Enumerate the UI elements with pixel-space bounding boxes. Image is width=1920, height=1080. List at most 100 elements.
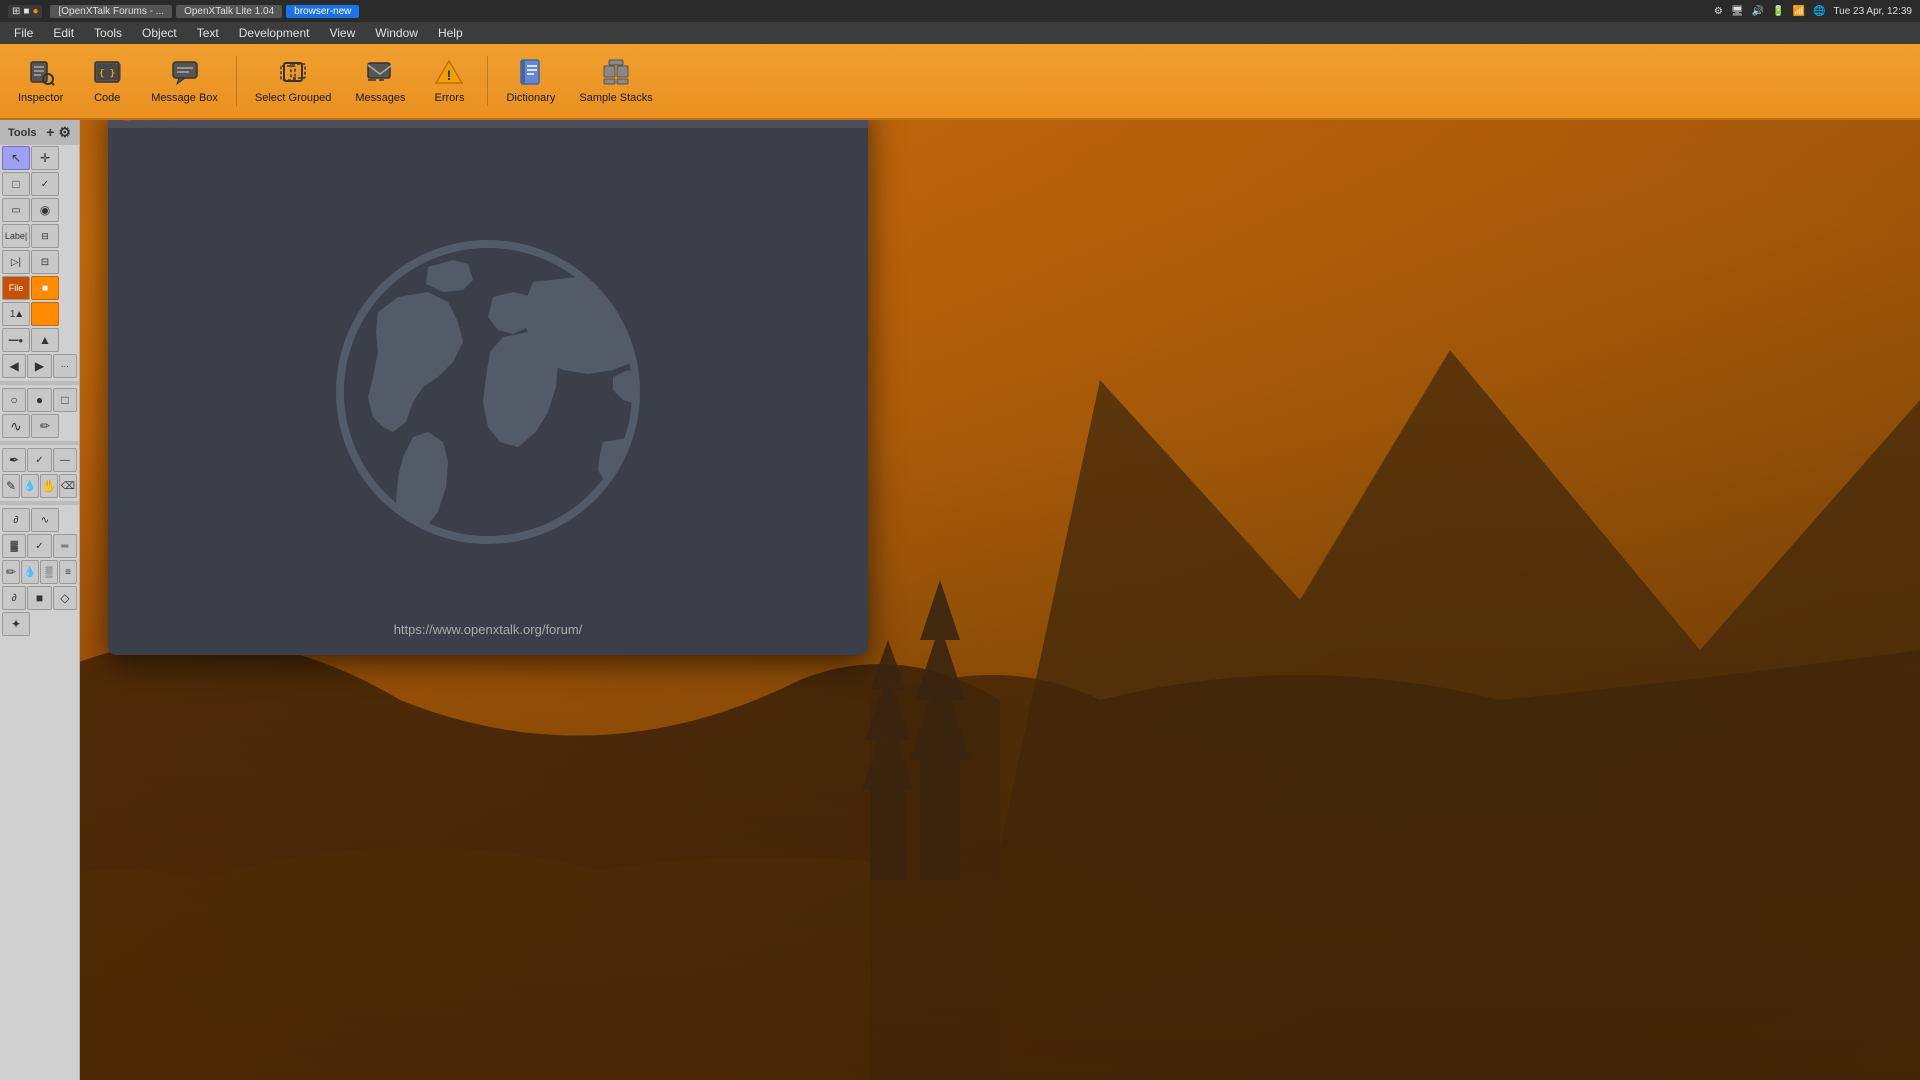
tool-hand[interactable]: ✋ — [40, 474, 58, 498]
taskbar-window-forums[interactable]: [OpenXTalk Forums - ... — [50, 5, 172, 18]
tool-circle-filled[interactable]: ● — [27, 388, 51, 412]
tool-pen[interactable]: ✒ — [2, 448, 26, 472]
tray-monitor-icon: 🖥 — [1731, 6, 1744, 17]
tool-rounded-rect[interactable]: ▭ — [2, 198, 30, 222]
toolrow-17: ∂ ■ ◇ — [0, 585, 79, 611]
toolbox-divider-3 — [0, 501, 79, 505]
toolrow-15: ▓ ✓ ═ — [0, 533, 79, 559]
tool-pencil-sm[interactable]: ✎ — [2, 474, 20, 498]
toolrow-11: ∿ ✏ — [0, 413, 79, 439]
tool-diamond[interactable]: ◇ — [53, 586, 77, 610]
toolrow-1: ↖ ✛ — [0, 145, 79, 171]
code-icon: { } — [93, 58, 121, 90]
tool-spinner[interactable]: 1 ▲ — [2, 302, 30, 326]
tray-battery-icon: 🔋 — [1772, 6, 1784, 17]
tool-dropper[interactable]: 💧 — [21, 474, 39, 498]
menubar: File Edit Tools Object Text Development … — [0, 22, 1920, 44]
tool-fill-pattern[interactable]: ▓ — [2, 534, 26, 558]
toolbar-messagebox-btn[interactable]: Message Box — [141, 54, 228, 108]
tool-label[interactable]: Labe| — [2, 224, 30, 248]
tool-radio[interactable]: ◉ — [31, 198, 59, 222]
menu-tools[interactable]: Tools — [84, 24, 132, 42]
messages-icon — [366, 58, 394, 90]
errors-label: Errors — [435, 92, 465, 104]
tool-rubber[interactable]: ⌫ — [59, 474, 77, 498]
toolbar-dictionary-btn[interactable]: Dictionary — [496, 54, 565, 108]
tool-pencil-curve[interactable]: ✏ — [31, 414, 59, 438]
tool-scroll3[interactable]: ≡ — [59, 560, 77, 584]
tool-dash[interactable]: — — [53, 448, 77, 472]
menu-help[interactable]: Help — [428, 24, 473, 42]
tool-player[interactable]: ▷| — [2, 250, 30, 274]
menu-edit[interactable]: Edit — [43, 24, 84, 42]
tool-scrollbar[interactable]: ⊟ — [31, 250, 59, 274]
tool-curve-draw[interactable]: ∿ — [2, 414, 30, 438]
toolrow-4: Labe| ⊟ — [0, 223, 79, 249]
svg-text:{ }: { } — [99, 69, 115, 79]
toolrow-9: ◀ ▶ ⋯ — [0, 353, 79, 379]
tool-three-dots[interactable]: ⋯ — [53, 354, 77, 378]
toolbar-code-btn[interactable]: { } Code — [77, 54, 137, 108]
tool-play-fwd[interactable]: ▶ — [27, 354, 51, 378]
toolrow-10: ○ ● □ — [0, 387, 79, 413]
toolbar-samplestacks-btn[interactable]: Sample Stacks — [569, 54, 662, 108]
tool-check-sm[interactable]: ✓ — [27, 448, 51, 472]
selectgrouped-icon — [279, 58, 307, 90]
tool-rect-draw[interactable]: □ — [53, 388, 77, 412]
messagebox-icon — [171, 58, 199, 90]
tool-zigzag2[interactable]: ∿ — [31, 508, 59, 532]
browser-window: ✕ browser-new — [108, 100, 868, 655]
tool-file-ctrl[interactable]: File — [2, 276, 30, 300]
tool-fill2[interactable]: ■ — [27, 586, 51, 610]
tool-blur[interactable]: ▒ — [40, 560, 58, 584]
globe-container — [298, 202, 678, 582]
tool-check-line[interactable]: ✓ — [27, 534, 51, 558]
menu-file[interactable]: File — [4, 24, 43, 42]
toolbox-gear-icon[interactable]: ⚙ — [58, 124, 71, 141]
toolbox-panel: Tools + ⚙ ↖ ✛ □ ✓ ▭ ◉ Labe| ⊟ ▷| ⊟ File … — [0, 120, 80, 1080]
inspector-label: Inspector — [18, 92, 63, 104]
toolbox-divider-2 — [0, 441, 79, 445]
tool-scroll-left[interactable]: ◀ — [2, 354, 26, 378]
tool-up-arrow[interactable]: ▲ — [31, 328, 59, 352]
tray-network-icon: 📶 — [1793, 6, 1805, 17]
tray-volume-icon: 🔊 — [1752, 6, 1764, 17]
taskbar-window-browser[interactable]: browser-new — [286, 5, 359, 18]
tool-field[interactable]: ⊟ — [31, 224, 59, 248]
tool-dropper2[interactable]: 💧 — [21, 560, 39, 584]
taskbar-icon-3: ● — [32, 6, 38, 17]
toolrow-6: File ■ — [0, 275, 79, 301]
tool-pen2[interactable]: ✏ — [2, 560, 20, 584]
tool-star[interactable]: ✦ — [2, 612, 30, 636]
toolbox-add-icon[interactable]: + — [46, 124, 54, 141]
messages-label: Messages — [355, 92, 405, 104]
tool-move[interactable]: ✛ — [31, 146, 59, 170]
tool-thick-dash[interactable]: ═ — [53, 534, 77, 558]
tool-curve3[interactable]: ∂ — [2, 586, 26, 610]
tray-settings-icon: ⚙ — [1714, 6, 1723, 17]
code-label: Code — [94, 92, 120, 104]
tool-circle-empty[interactable]: ○ — [2, 388, 26, 412]
menu-view[interactable]: View — [319, 24, 365, 42]
toolbar-sep-2 — [487, 56, 488, 106]
taskbar-window-lite[interactable]: OpenXTalk Lite 1.04 — [176, 5, 282, 18]
menu-text[interactable]: Text — [187, 24, 229, 42]
tool-slider-h[interactable]: ━━● — [2, 328, 30, 352]
menu-development[interactable]: Development — [229, 24, 320, 42]
toolbar-selectgrouped-btn[interactable]: Select Grouped — [245, 54, 341, 108]
dictionary-icon — [517, 58, 545, 90]
toolbar-inspector-btn[interactable]: Inspector — [8, 54, 73, 108]
tool-orange-box[interactable]: ■ — [31, 276, 59, 300]
menu-object[interactable]: Object — [132, 24, 187, 42]
tool-lasso[interactable]: ∂ — [2, 508, 30, 532]
toolbar-messages-btn[interactable]: Messages — [345, 54, 415, 108]
tool-color-swatch[interactable] — [31, 302, 59, 326]
toolbar: Inspector { } Code Message Box — [0, 44, 1920, 120]
tool-check[interactable]: ✓ — [31, 172, 59, 196]
taskbar-window-area: [OpenXTalk Forums - ... OpenXTalk Lite 1… — [50, 5, 1705, 18]
menu-window[interactable]: Window — [365, 24, 428, 42]
toolbar-errors-btn[interactable]: ! Errors — [419, 54, 479, 108]
toolbar-sep-1 — [236, 56, 237, 106]
tool-pointer[interactable]: ↖ — [2, 146, 30, 170]
tool-rect-empty[interactable]: □ — [2, 172, 30, 196]
